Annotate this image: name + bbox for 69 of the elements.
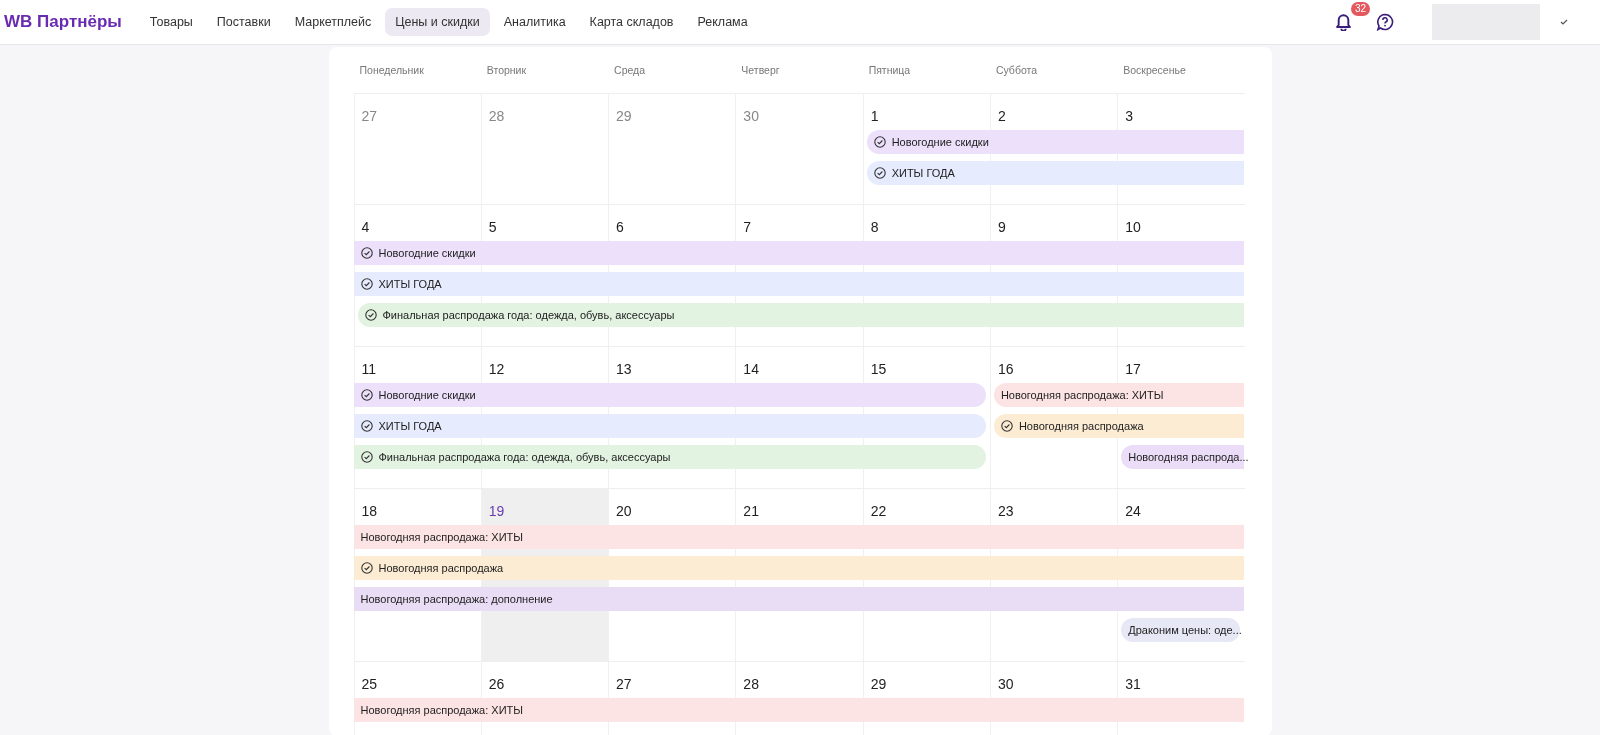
event-bar[interactable]: ХИТЫ ГОДА: [866, 161, 1245, 185]
event-bar[interactable]: ХИТЫ ГОДА: [353, 272, 1245, 296]
day-number: 29: [615, 107, 632, 124]
event-bar[interactable]: Новогодние скидки: [353, 241, 1245, 265]
day-number: 30: [742, 107, 759, 124]
day-number: 5: [487, 218, 497, 235]
nav-tab[interactable]: Карта складов: [579, 8, 684, 36]
day-number: 29: [869, 675, 887, 692]
day-number: 10: [1124, 218, 1141, 235]
logo[interactable]: WB Партнёры: [4, 12, 122, 32]
day-number: 26: [487, 675, 505, 692]
event-bar[interactable]: Новогодняя распродажа: [353, 556, 1245, 580]
bell-icon[interactable]: [1336, 14, 1351, 31]
day-number: 25: [360, 675, 378, 692]
event-bar[interactable]: Новогодние скидки: [866, 130, 1245, 154]
day-number: 20: [615, 502, 632, 519]
day-number: 19: [487, 502, 505, 519]
help-icon[interactable]: [1376, 13, 1394, 31]
event-bar[interactable]: Финальная распродажа года: одежда, обувь, аксессуары: [353, 445, 986, 469]
day-number: 8: [869, 218, 879, 235]
day-number: 9: [996, 218, 1006, 235]
event-bar[interactable]: Новогодняя распродажа: ХИТЫ: [353, 525, 1245, 549]
event-bar[interactable]: Драконим цены: оде...: [1121, 618, 1241, 642]
day-number: 24: [1124, 502, 1141, 519]
day-number: 3: [1124, 107, 1133, 124]
weekday-label: Воскресенье: [1122, 64, 1187, 76]
day-number: 4: [360, 218, 370, 235]
day-number: 16: [996, 360, 1014, 377]
event-bar[interactable]: ХИТЫ ГОДА: [353, 414, 986, 438]
nav-tab[interactable]: Поставки: [206, 8, 281, 36]
day-number: 30: [996, 675, 1014, 692]
day-number: 11: [360, 360, 377, 377]
weekday-label: Вторник: [485, 64, 528, 76]
day-number: 15: [869, 360, 887, 377]
weekday-label: Понедельник: [358, 64, 425, 76]
weekday-label: Суббота: [994, 64, 1039, 76]
weekday-label: Пятница: [867, 64, 912, 76]
nav-tab[interactable]: Аналитика: [493, 8, 576, 36]
day-number: 23: [996, 502, 1014, 519]
day-number: 27: [360, 107, 378, 124]
event-bar[interactable]: Новогодняя распродажа: дополнение: [353, 587, 1245, 611]
weekday-label: Четверг: [740, 64, 781, 76]
day-number: 14: [742, 360, 759, 377]
weekday-label: Среда: [613, 64, 647, 76]
day-number: 12: [487, 360, 505, 377]
day-number: 28: [487, 107, 505, 124]
day-number: 21: [742, 502, 759, 519]
nav-tab[interactable]: Цены и скидки: [385, 8, 490, 36]
event-bar[interactable]: Новогодние скидки: [353, 383, 986, 407]
event-bar[interactable]: Новогодняя распродажа: ХИТЫ: [353, 698, 1245, 722]
event-bar[interactable]: Новогодняя распродажа: ХИТЫ: [993, 383, 1245, 407]
event-bar[interactable]: Финальная распродажа года: одежда, обувь, аксессуары: [357, 303, 1245, 327]
day-number: 13: [615, 360, 632, 377]
day-number: 2: [996, 107, 1006, 124]
day-number: 6: [615, 218, 624, 235]
day-number: 27: [615, 675, 632, 692]
day-number: 1: [869, 107, 879, 124]
notification-badge: 32: [1351, 2, 1371, 16]
event-bar[interactable]: Новогодняя распродажа: [993, 414, 1245, 438]
nav-tab[interactable]: Маркетплейс: [284, 8, 382, 36]
day-number: 31: [1124, 675, 1141, 692]
day-number: 17: [1124, 360, 1141, 377]
day-number: 22: [869, 502, 887, 519]
day-number: 28: [742, 675, 759, 692]
check-icon[interactable]: [1560, 19, 1568, 25]
nav-tab[interactable]: Реклама: [687, 8, 758, 36]
nav-tab[interactable]: Товары: [139, 8, 203, 36]
day-number: 7: [742, 218, 752, 235]
day-number: 18: [360, 502, 378, 519]
